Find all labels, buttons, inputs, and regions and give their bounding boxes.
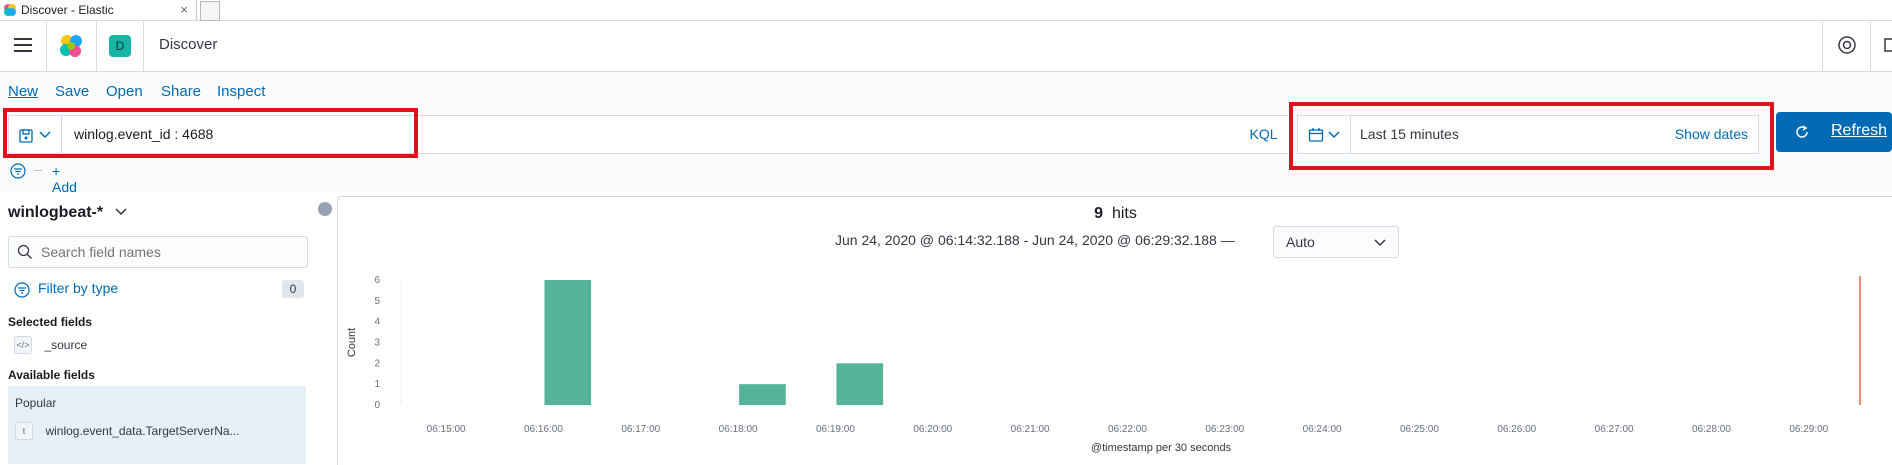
header-divider [46,21,47,71]
popular-field-item[interactable]: t winlog.event_data.TargetServerNa... [15,422,240,440]
space-avatar[interactable]: D [109,35,131,57]
browser-tab[interactable]: Discover - Elastic × [0,0,197,20]
x-tick-label: 06:29:00 [1789,424,1828,435]
hits-count: 9 [1094,205,1104,222]
header-divider [1822,21,1823,71]
x-tick-label: 06:28:00 [1692,424,1731,435]
x-tick-label: 06:23:00 [1205,424,1244,435]
filter-icon[interactable] [10,163,26,179]
histogram-bar [836,363,884,405]
chevron-down-icon [1374,239,1386,247]
search-icon [17,244,32,259]
selected-field-item[interactable]: </> _source [14,336,87,354]
x-tick-label: 06:19:00 [816,424,855,435]
y-tick-label: 3 [374,338,380,349]
index-pattern-selector[interactable]: winlogbeat-* [8,204,128,222]
interval-select[interactable]: Auto [1273,226,1399,258]
available-fields-heading: Available fields [8,368,95,382]
highlight-box-date [1289,102,1774,170]
x-tick-label: 06:22:00 [1108,424,1147,435]
x-tick-label: 06:18:00 [719,424,758,435]
string-type-icon: t [15,422,33,440]
histogram-bar [544,280,592,405]
app-header: D Discover [0,21,1892,72]
filter-divider [34,170,42,171]
source-type-icon: </> [14,336,32,354]
x-tick-label: 06:21:00 [1011,424,1050,435]
x-tick-label: 06:17:00 [621,424,660,435]
y-tick-label: 6 [374,275,380,286]
x-tick-label: 06:15:00 [427,424,466,435]
refresh-icon [1796,125,1808,138]
nav-save[interactable]: Save [55,83,89,100]
y-tick-label: 1 [374,379,380,390]
header-divider [1870,21,1871,71]
close-tab-icon[interactable]: × [180,2,188,17]
y-tick-label: 0 [374,400,380,411]
y-tick-label: 2 [374,358,380,369]
header-divider [96,21,97,71]
index-pattern-name: winlogbeat-* [8,204,104,221]
nav-new[interactable]: New [8,83,38,100]
refresh-button[interactable]: Refresh [1776,112,1892,152]
filter-icon [14,282,30,298]
selected-fields-heading: Selected fields [8,315,93,329]
hits-counter: 9 hits [338,205,1892,223]
interval-value: Auto [1286,234,1315,250]
filter-by-type-button[interactable]: Filter by type [38,280,118,296]
time-range-label: Jun 24, 2020 @ 06:14:32.188 - Jun 24, 20… [835,232,1235,248]
browser-tab-strip: Discover - Elastic × [0,0,1892,21]
query-language-button[interactable]: KQL [1238,115,1290,154]
header-divider [143,21,144,71]
hits-label: hits [1111,205,1137,222]
field-search-input[interactable] [39,243,293,261]
histogram-bar [739,384,786,405]
histogram-chart[interactable]: 0 1 2 3 4 5 6 Count 06:15:00 06:16:00 06:17:00 06:1… [338,269,1892,465]
filter-count-badge: 0 [282,280,304,298]
field-name: winlog.event_data.TargetServerNa... [45,424,240,438]
elastic-logo-icon[interactable] [58,33,84,59]
new-tab-button[interactable] [200,1,220,21]
newsfeed-icon[interactable] [1884,37,1892,53]
x-tick-label: 06:24:00 [1303,424,1342,435]
highlight-box-query [3,108,418,158]
field-search[interactable] [8,236,308,268]
help-icon[interactable] [1837,35,1857,55]
elastic-favicon-icon [4,4,16,16]
popular-fields-group: Popular t winlog.event_data.TargetServer… [8,386,306,464]
y-axis-label: Count [346,328,358,357]
y-tick-label: 5 [374,296,380,307]
browser-tab-title: Discover - Elastic [21,3,114,17]
page-title: Discover [159,36,218,53]
popular-label: Popular [15,396,57,410]
refresh-label: Refresh [1831,122,1888,139]
y-tick-label: 4 [374,317,380,328]
x-axis-label: @timestamp per 30 seconds [1091,442,1232,454]
chevron-down-icon [115,208,127,216]
x-tick-label: 06:16:00 [524,424,563,435]
x-tick-label: 06:20:00 [913,424,952,435]
results-panel: 9 hits Jun 24, 2020 @ 06:14:32.188 - Jun… [337,196,1892,465]
x-tick-label: 06:27:00 [1595,424,1634,435]
field-sidebar: winlogbeat-* Filter by type 0 Selected f… [0,196,320,464]
nav-inspect[interactable]: Inspect [217,83,265,100]
x-tick-label: 06:26:00 [1497,424,1536,435]
collapse-sidebar-icon[interactable] [318,202,332,216]
field-name: _source [44,338,88,352]
nav-open[interactable]: Open [106,83,143,100]
x-tick-label: 06:25:00 [1400,424,1439,435]
nav-share[interactable]: Share [161,83,201,100]
menu-icon[interactable] [14,38,32,52]
